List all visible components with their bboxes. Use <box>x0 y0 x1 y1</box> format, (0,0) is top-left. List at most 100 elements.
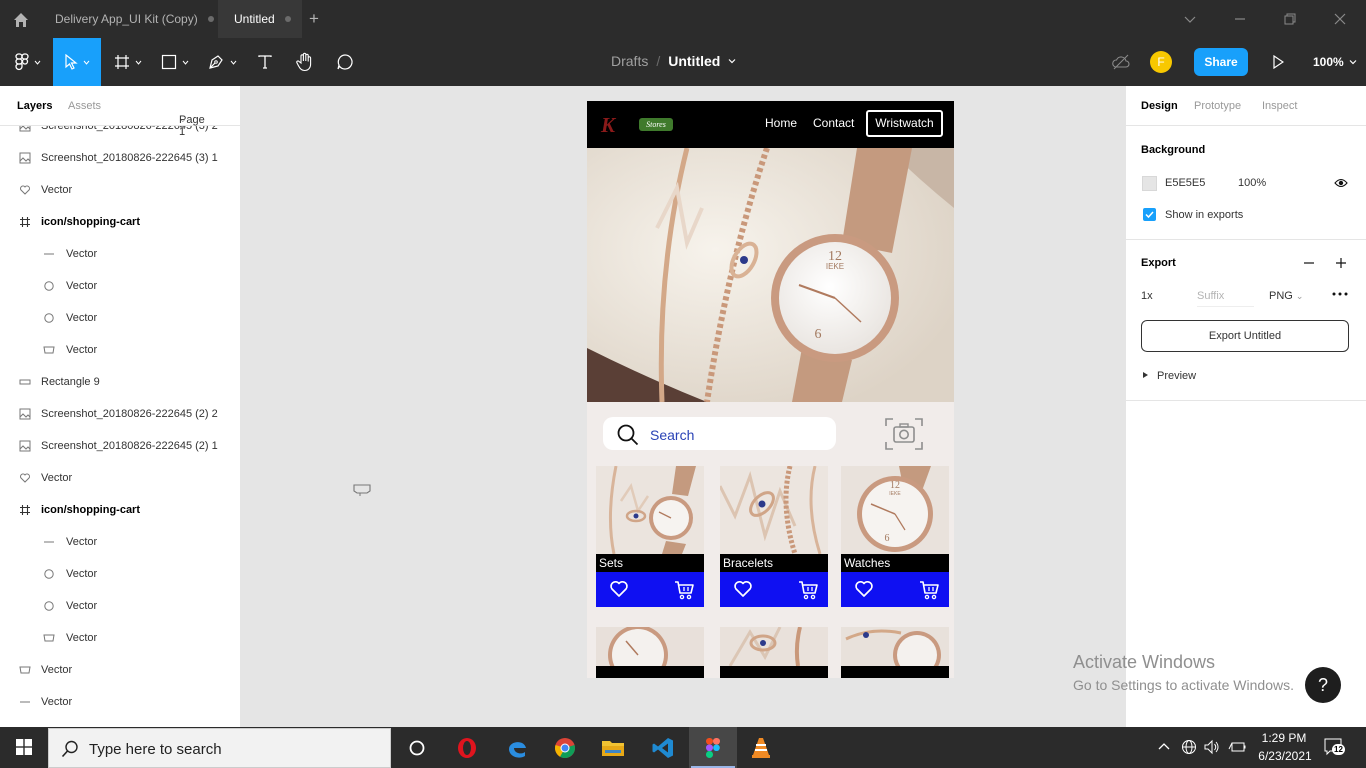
comment-tool-button[interactable] <box>330 38 360 86</box>
layer-row[interactable]: Vector <box>0 526 240 558</box>
heart-icon[interactable] <box>854 579 874 599</box>
camera-icon[interactable] <box>885 417 923 451</box>
home-icon[interactable] <box>12 11 30 29</box>
layer-row[interactable]: Screenshot_20180826-222645 (3) 1 <box>0 142 240 174</box>
tab-design[interactable]: Design <box>1141 100 1178 112</box>
export-scale-select[interactable]: 1x <box>1141 290 1153 302</box>
product-card-partial[interactable] <box>720 627 828 678</box>
restore-icon[interactable] <box>1282 11 1298 27</box>
tab-label: Delivery App_UI Kit (Copy) <box>55 12 198 26</box>
tab-assets[interactable]: Assets <box>68 100 101 112</box>
layer-row[interactable]: Rectangle 9 <box>0 366 240 398</box>
taskbar-edge[interactable] <box>493 727 541 768</box>
background-hex-input[interactable]: E5E5E5 <box>1165 177 1205 189</box>
taskbar-vscode[interactable] <box>639 727 687 768</box>
minus-icon[interactable] <box>1303 258 1315 268</box>
heart-icon[interactable] <box>733 579 753 599</box>
tab-delivery-app[interactable]: Delivery App_UI Kit (Copy) <box>55 0 214 38</box>
caret-right-icon[interactable] <box>1143 372 1148 378</box>
taskbar-figma[interactable] <box>689 727 737 768</box>
avatar[interactable]: F <box>1150 51 1172 73</box>
new-tab-button[interactable]: + <box>309 9 319 29</box>
taskbar-opera[interactable] <box>443 727 491 768</box>
taskbar-chrome[interactable] <box>541 727 589 768</box>
background-color-swatch[interactable] <box>1142 176 1157 191</box>
layer-row[interactable]: Vector <box>0 334 240 366</box>
network-globe-icon[interactable] <box>1181 739 1197 755</box>
battery-icon[interactable] <box>1228 739 1246 755</box>
chevron-down-icon[interactable] <box>728 57 736 65</box>
layer-row[interactable]: Screenshot_20180826-222645 (2) 1 <box>0 430 240 462</box>
layer-row[interactable]: icon/shopping-cart <box>0 206 240 238</box>
layer-row[interactable]: Vector <box>0 462 240 494</box>
layer-row[interactable]: Vector <box>0 302 240 334</box>
layer-row[interactable]: Vector <box>0 174 240 206</box>
chevron-down-icon[interactable] <box>1182 11 1198 27</box>
shopping-cart-icon[interactable] <box>798 580 819 600</box>
volume-icon[interactable] <box>1204 739 1220 755</box>
frame-tool-button[interactable] <box>108 38 148 86</box>
properties-panel: Design Prototype Inspect Background E5E5… <box>1125 86 1366 727</box>
background-opacity-input[interactable]: 100% <box>1238 177 1266 189</box>
play-icon[interactable] <box>1272 55 1284 69</box>
layer-row[interactable]: Vector <box>0 558 240 590</box>
layer-row[interactable]: Vector <box>0 686 240 718</box>
close-icon[interactable] <box>1332 11 1348 27</box>
breadcrumb-drafts[interactable]: Drafts <box>611 53 648 69</box>
design-frame[interactable]: K Stores Home Contact Wristwatch IEKE 12… <box>587 101 954 678</box>
svg-text:6: 6 <box>885 533 890 544</box>
nav-contact-link[interactable]: Contact <box>813 116 854 130</box>
plus-icon[interactable] <box>1335 257 1347 269</box>
share-button[interactable]: Share <box>1194 48 1248 76</box>
image-icon <box>19 152 31 164</box>
layer-row[interactable]: Vector <box>0 590 240 622</box>
layer-row[interactable]: Vector <box>0 270 240 302</box>
export-button[interactable]: Export Untitled <box>1141 320 1349 352</box>
layer-row[interactable]: Vector <box>0 654 240 686</box>
text-tool-button[interactable] <box>250 38 280 86</box>
windows-start-icon[interactable] <box>16 739 32 755</box>
design-search-bar[interactable]: Search <box>603 417 836 450</box>
tab-layers[interactable]: Layers <box>17 100 52 112</box>
move-tool-button[interactable] <box>53 38 101 86</box>
export-format-value: PNG <box>1269 290 1293 302</box>
heart-icon[interactable] <box>609 579 629 599</box>
more-options-icon[interactable] <box>1332 292 1348 296</box>
tab-inspect[interactable]: Inspect <box>1262 100 1297 112</box>
help-button[interactable]: ? <box>1305 667 1341 703</box>
cortana-button[interactable] <box>393 727 441 768</box>
taskbar-clock-time[interactable]: 1:29 PM <box>1256 731 1312 745</box>
layer-row[interactable]: Screenshot_20180826-222645 (2) 2 <box>0 398 240 430</box>
taskbar-search-box[interactable]: Type here to search <box>48 728 391 768</box>
layer-row[interactable]: Vector <box>0 238 240 270</box>
chevron-up-icon[interactable] <box>1158 742 1170 750</box>
shopping-cart-icon[interactable] <box>674 580 695 600</box>
shopping-cart-icon[interactable] <box>919 580 940 600</box>
offline-cloud-icon[interactable] <box>1112 54 1130 70</box>
nav-wristwatch-button[interactable]: Wristwatch <box>866 110 943 137</box>
file-name[interactable]: Untitled <box>668 53 720 69</box>
taskbar-file-explorer[interactable] <box>589 727 637 768</box>
nav-home-link[interactable]: Home <box>765 116 797 130</box>
eye-icon[interactable] <box>1334 177 1348 189</box>
preview-toggle[interactable]: Preview <box>1157 370 1196 382</box>
export-format-select[interactable]: PNG ⌄ <box>1269 290 1303 302</box>
export-suffix-input[interactable]: Suffix <box>1197 290 1254 307</box>
hand-tool-button[interactable] <box>290 38 320 86</box>
canvas[interactable]: K Stores Home Contact Wristwatch IEKE 12… <box>241 86 1125 727</box>
product-card-partial[interactable] <box>596 627 704 678</box>
minimize-icon[interactable] <box>1232 11 1248 27</box>
show-in-exports-checkbox[interactable] <box>1143 208 1156 221</box>
zoom-control[interactable]: 100% <box>1313 55 1357 69</box>
tab-untitled[interactable]: Untitled <box>218 0 302 38</box>
product-card-partial[interactable] <box>841 627 949 678</box>
pen-tool-button[interactable] <box>202 38 242 86</box>
tab-prototype[interactable]: Prototype <box>1194 100 1241 112</box>
layer-row[interactable]: Vector <box>0 622 240 654</box>
shape-tool-button[interactable] <box>155 38 195 86</box>
main-menu-button[interactable] <box>8 38 48 86</box>
layer-row[interactable]: icon/shopping-cart <box>0 494 240 526</box>
action-center-button[interactable]: 12 <box>1324 738 1345 756</box>
taskbar-vlc[interactable] <box>737 727 785 768</box>
taskbar-clock-date[interactable]: 6/23/2021 <box>1252 749 1318 763</box>
